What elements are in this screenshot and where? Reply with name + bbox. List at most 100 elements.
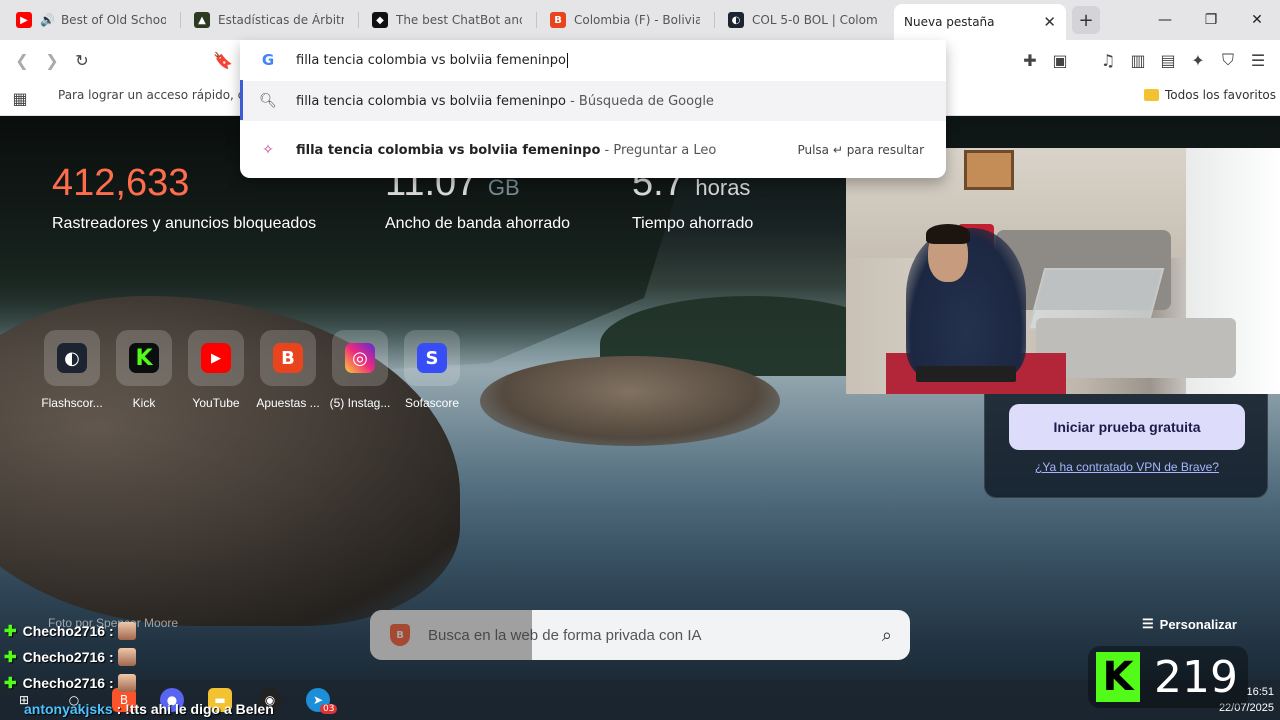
tab-colombia-bolivia[interactable]: B Colombia (F) - Bolivia (F [540, 6, 710, 34]
folder-icon [1144, 89, 1159, 101]
shortcut-sofascore[interactable]: S Sofascore [396, 330, 468, 410]
shortcut-youtube[interactable]: ▶ YouTube [180, 330, 252, 410]
emote-icon [117, 622, 136, 640]
vpn-already-purchased-link[interactable]: ¿Ya ha contratado VPN de Brave? [985, 460, 1269, 474]
leo-button[interactable]: ✦ [1186, 48, 1210, 72]
stat-trackers-value: 412,633 [52, 162, 190, 204]
chat-separator: : [108, 649, 114, 665]
tab-arbitro[interactable]: ▲ Estadísticas de Árbitro N [184, 6, 354, 34]
bookmarks-hint: Para lograr un acceso rápido, coloc [58, 88, 269, 102]
omnibox-dropdown: G filla tencia colombia vs bolviia femen… [240, 40, 946, 178]
shortcut-label: Apuestas ... [256, 396, 320, 410]
stat-bandwidth-label: Ancho de banda ahorrado [385, 215, 571, 232]
omnibox-input-row[interactable]: G filla tencia colombia vs bolviia femen… [240, 40, 946, 80]
leo-icon: ✧ [262, 142, 274, 158]
search-icon: 🔍︎ [259, 93, 277, 109]
close-window-button[interactable]: ✕ [1234, 0, 1280, 40]
chat-username: antonyakjsks [24, 701, 113, 717]
tab-separator [536, 12, 537, 28]
arrow-left-icon: ❮ [15, 50, 29, 70]
stat-bandwidth-unit: GB [487, 175, 520, 200]
badge-icon: ✚ [4, 675, 17, 692]
music-note-icon: ♫ [1100, 50, 1116, 70]
start-free-trial-button[interactable]: Iniciar prueba gratuita [1009, 404, 1245, 450]
vpn-button[interactable]: ⛉ [1216, 48, 1240, 72]
suggestion-google-search[interactable]: 🔍︎ filla tencia colombia vs bolviia feme… [240, 81, 946, 121]
tab-label: COL 5-0 BOL | Colombia [752, 13, 878, 27]
wallet-button[interactable]: ▤ [1156, 48, 1180, 72]
chat-username: Checho2716 [22, 675, 106, 691]
shortcut-label: YouTube [192, 396, 240, 410]
hamburger-icon: ☰ [1250, 50, 1266, 70]
forward-button[interactable]: ❯ [40, 48, 64, 72]
chat-separator: : [116, 701, 122, 717]
plus-icon: + [1078, 9, 1094, 31]
youtube-icon: ▶ [16, 12, 32, 28]
sofascore-icon: S [417, 343, 447, 373]
tab-chatbot[interactable]: ◆ The best ChatBot and W [362, 6, 532, 34]
chat-separator: : [108, 623, 114, 639]
puzzle-icon: ✚ [1023, 50, 1037, 70]
kick-logo-icon: K [1096, 652, 1140, 702]
chat-message: ✚ Checho2716 : [0, 644, 560, 670]
bookmark-button[interactable]: 🔖 [211, 48, 235, 72]
suggestion-ask-leo[interactable]: ✧ filla tencia colombia vs bolviia femen… [240, 130, 946, 170]
extensions-button[interactable]: ✚ [1018, 48, 1042, 72]
badge-icon: ✚ [4, 623, 17, 640]
emote-icon [117, 648, 136, 666]
tab-youtube[interactable]: ▶ 🔊 Best of Old School 9 [6, 6, 176, 34]
stream-chat-overlay: ✚ Checho2716 : ✚ Checho2716 : ✚ Checho27… [0, 618, 560, 720]
youtube-icon: ▶ [201, 343, 231, 373]
restore-button[interactable]: ❐ [1188, 0, 1234, 40]
tab-separator [358, 12, 359, 28]
emote-icon [117, 674, 136, 692]
chat-username: Checho2716 [22, 623, 106, 639]
shortcut-instagram[interactable]: ◎ (5) Instag... [324, 330, 396, 410]
search-icon[interactable]: ⌕ [882, 625, 892, 646]
tab-nueva-pestana[interactable]: Nueva pestaña ✕ [894, 4, 1066, 40]
badge-icon: ✚ [4, 649, 17, 666]
new-tab-button[interactable]: + [1072, 6, 1100, 34]
vpn-card: Iniciar prueba gratuita ¿Ya ha contratad… [984, 394, 1268, 498]
personalize-button[interactable]: ☰ Personalizar [1142, 616, 1237, 632]
all-favorites-label: Todos los favoritos [1165, 88, 1276, 102]
viewer-counter: K 219 [1088, 646, 1248, 708]
shortcut-flashscore[interactable]: ◐ Flashscor... [36, 330, 108, 410]
chat-message: antonyakjsks : !tts ahí le digo a Belen [0, 696, 560, 720]
menu-button[interactable]: ☰ [1246, 48, 1270, 72]
omnibox-input[interactable]: filla tencia colombia vs bolviia femenin… [296, 53, 566, 68]
instagram-icon: ◎ [345, 343, 375, 373]
back-button[interactable]: ❮ [10, 48, 34, 72]
shortcut-apuestas[interactable]: B Apuestas ... [252, 330, 324, 410]
tab-label: Colombia (F) - Bolivia (F [574, 13, 700, 27]
minimize-button[interactable]: — [1142, 0, 1188, 40]
media-button[interactable]: ♫ [1096, 48, 1120, 72]
kick-icon: K [129, 343, 159, 373]
suggestion-highlight-bar [240, 80, 243, 120]
tab-col-bol-score[interactable]: ◐ COL 5-0 BOL | Colombia [718, 6, 888, 34]
shortcut-label: Kick [132, 396, 156, 410]
reload-button[interactable]: ↻ [70, 48, 94, 72]
all-favorites[interactable]: Todos los favoritos [1144, 88, 1276, 102]
chat-text: !tts ahí le digo a Belen [125, 701, 274, 717]
wallet-icon: ▤ [1160, 50, 1176, 70]
tab-separator [180, 12, 181, 28]
tab-label: Estadísticas de Árbitro N [218, 13, 344, 27]
suggestion-suffix: - Búsqueda de Google [570, 93, 714, 109]
sidebar-button[interactable]: ▥ [1126, 48, 1150, 72]
tab-separator [714, 12, 715, 28]
shortcut-label: Flashscor... [41, 396, 103, 410]
reader-button[interactable]: ▣ [1048, 48, 1072, 72]
chat-message: ✚ Checho2716 : [0, 670, 560, 696]
stat-time-label: Tiempo ahorrado [632, 215, 754, 232]
shortcut-kick[interactable]: K Kick [108, 330, 180, 410]
suggestion-suffix: - Preguntar a Leo [604, 142, 717, 158]
close-tab-icon[interactable]: ✕ [1035, 13, 1056, 31]
suggestion-hint: Pulsa ↵ para resultar [797, 143, 924, 157]
apps-button[interactable]: ▦ [8, 86, 32, 110]
stat-time-unit: horas [695, 175, 751, 200]
suggestion-query: filla tencia colombia vs bolviia femenin… [296, 142, 601, 158]
stat-trackers-label: Rastreadores y anuncios bloqueados [52, 215, 317, 232]
chat-separator: : [108, 675, 114, 691]
audio-icon[interactable]: 🔊 [40, 13, 55, 27]
